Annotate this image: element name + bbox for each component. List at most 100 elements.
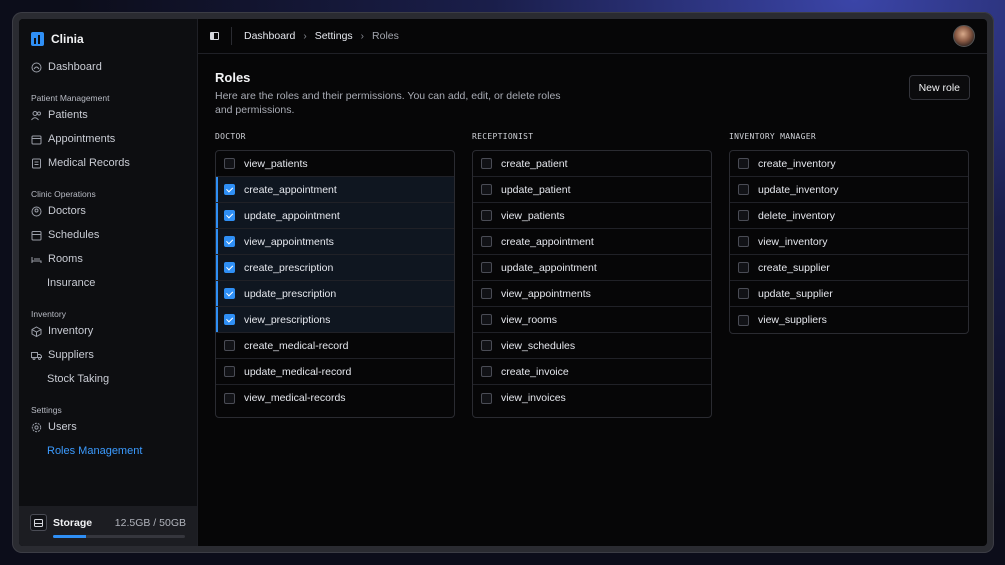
permission-row[interactable]: create_inventory <box>730 151 968 177</box>
checkbox[interactable] <box>481 366 492 377</box>
permission-row[interactable]: create_medical-record <box>216 333 454 359</box>
checkbox-checked[interactable] <box>224 314 235 325</box>
permission-row[interactable]: view_prescriptions <box>216 307 454 333</box>
permission-row[interactable]: view_schedules <box>473 333 711 359</box>
hard-drive-icon <box>30 514 47 531</box>
permission-row[interactable]: create_patient <box>473 151 711 177</box>
permission-row[interactable]: update_appointment <box>473 255 711 281</box>
role-column: INVENTORY MANAGER create_inventory update_… <box>729 132 969 418</box>
permission-row[interactable]: view_medical-records <box>216 385 454 411</box>
checkbox[interactable] <box>481 236 492 247</box>
permission-row[interactable]: view_suppliers <box>730 307 968 333</box>
page-description: Here are the roles and their permissions… <box>215 90 561 116</box>
checkbox[interactable] <box>481 392 492 404</box>
permission-label: create_prescription <box>244 261 334 274</box>
permission-row[interactable]: create_appointment <box>473 229 711 255</box>
permission-row[interactable]: view_inventory <box>730 229 968 255</box>
sidebar-item-inventory[interactable]: Inventory <box>19 319 197 343</box>
checkbox[interactable] <box>481 340 492 351</box>
sidebar-item-roles-management[interactable]: Roles Management <box>19 439 197 463</box>
sidebar-item-label: Stock Taking <box>47 373 110 385</box>
permission-row[interactable]: view_appointments <box>216 229 454 255</box>
permission-row[interactable]: create_prescription <box>216 255 454 281</box>
sidebar-item-rooms[interactable]: Rooms <box>19 247 197 271</box>
sidebar-item-stock-taking[interactable]: Stock Taking <box>19 367 197 391</box>
permission-row[interactable]: view_rooms <box>473 307 711 333</box>
permission-row[interactable]: view_patients <box>216 151 454 177</box>
permission-label: view_appointments <box>244 235 334 248</box>
checkbox-checked[interactable] <box>224 210 235 221</box>
brand[interactable]: Clinia <box>19 31 197 47</box>
permission-row[interactable]: view_patients <box>473 203 711 229</box>
sidebar: Clinia Dashboard Patient Management Patien… <box>19 19 198 546</box>
permission-row[interactable]: update_appointment <box>216 203 454 229</box>
permission-row[interactable]: view_appointments <box>473 281 711 307</box>
permission-label: update_medical-record <box>244 365 352 378</box>
permission-label: create_appointment <box>501 235 594 248</box>
permission-label: view_schedules <box>501 339 576 352</box>
permission-row[interactable]: delete_inventory <box>730 203 968 229</box>
permission-row[interactable]: view_invoices <box>473 385 711 411</box>
checkbox[interactable] <box>224 340 235 351</box>
checkbox[interactable] <box>481 314 492 325</box>
checkbox-checked[interactable] <box>224 184 235 195</box>
checkbox[interactable] <box>224 366 235 377</box>
permission-row[interactable]: update_patient <box>473 177 711 203</box>
checkbox[interactable] <box>738 184 749 195</box>
sidebar-item-doctors[interactable]: Doctors <box>19 199 197 223</box>
checkbox[interactable] <box>738 314 749 326</box>
gauge-icon <box>31 62 42 73</box>
checkbox[interactable] <box>481 288 492 299</box>
app-window: Clinia Dashboard Patient Management Patien… <box>19 19 987 546</box>
checkbox[interactable] <box>481 210 492 221</box>
sidebar-item-suppliers[interactable]: Suppliers <box>19 343 197 367</box>
sidebar-item-insurance[interactable]: Insurance <box>19 271 197 295</box>
sidebar-toggle-icon[interactable] <box>210 32 219 40</box>
permission-list: create_patient update_patient view_patient… <box>472 150 712 418</box>
checkbox[interactable] <box>738 236 749 247</box>
permission-label: view_invoices <box>501 392 566 404</box>
sidebar-item-appointments[interactable]: Appointments <box>19 127 197 151</box>
sidebar-item-label: Dashboard <box>48 61 102 73</box>
sidebar-item-patients[interactable]: Patients <box>19 103 197 127</box>
sidebar-item-medical-records[interactable]: Medical Records <box>19 151 197 175</box>
avatar[interactable] <box>953 25 975 47</box>
chevron-right-icon: › <box>360 30 365 42</box>
checkbox-checked[interactable] <box>224 262 235 273</box>
chevron-right-icon: › <box>303 30 307 42</box>
checkbox-checked[interactable] <box>224 236 235 247</box>
permission-row[interactable]: update_supplier <box>730 281 968 307</box>
checkbox[interactable] <box>738 210 749 221</box>
checkbox[interactable] <box>481 184 492 195</box>
checkbox-checked[interactable] <box>224 288 235 299</box>
sidebar-item-dashboard[interactable]: Dashboard <box>19 55 197 79</box>
checkbox[interactable] <box>481 158 492 169</box>
checkbox[interactable] <box>738 158 749 169</box>
calendar-icon <box>31 134 42 145</box>
permission-row[interactable]: create_supplier <box>730 255 968 281</box>
permission-row[interactable]: update_prescription <box>216 281 454 307</box>
storage-progress-bar <box>53 535 185 538</box>
permission-row[interactable]: update_medical-record <box>216 359 454 385</box>
breadcrumb-dashboard[interactable]: Dashboard <box>244 30 295 42</box>
users-icon <box>31 110 42 121</box>
sidebar-item-users[interactable]: Users <box>19 415 197 439</box>
checkbox[interactable] <box>738 262 749 273</box>
new-role-button[interactable]: New role <box>908 75 970 100</box>
permission-row[interactable]: create_appointment <box>216 177 454 203</box>
permission-row[interactable]: create_invoice <box>473 359 711 385</box>
sidebar-item-label: Doctors <box>48 205 86 217</box>
permission-label: create_invoice <box>501 365 569 378</box>
checkbox[interactable] <box>224 392 235 404</box>
sidebar-item-schedules[interactable]: Schedules <box>19 223 197 247</box>
checkbox[interactable] <box>738 288 749 299</box>
checkbox[interactable] <box>224 158 235 169</box>
topbar: Dashboard › Settings › Roles <box>198 19 987 54</box>
permission-label: delete_inventory <box>758 209 836 222</box>
permission-list: view_patients create_appointment update_ap… <box>215 150 455 418</box>
breadcrumb-settings[interactable]: Settings <box>315 30 353 42</box>
sidebar-section-title: Patient Management <box>31 93 110 103</box>
checkbox[interactable] <box>481 262 492 273</box>
permission-row[interactable]: update_inventory <box>730 177 968 203</box>
permission-label: create_inventory <box>758 157 836 170</box>
